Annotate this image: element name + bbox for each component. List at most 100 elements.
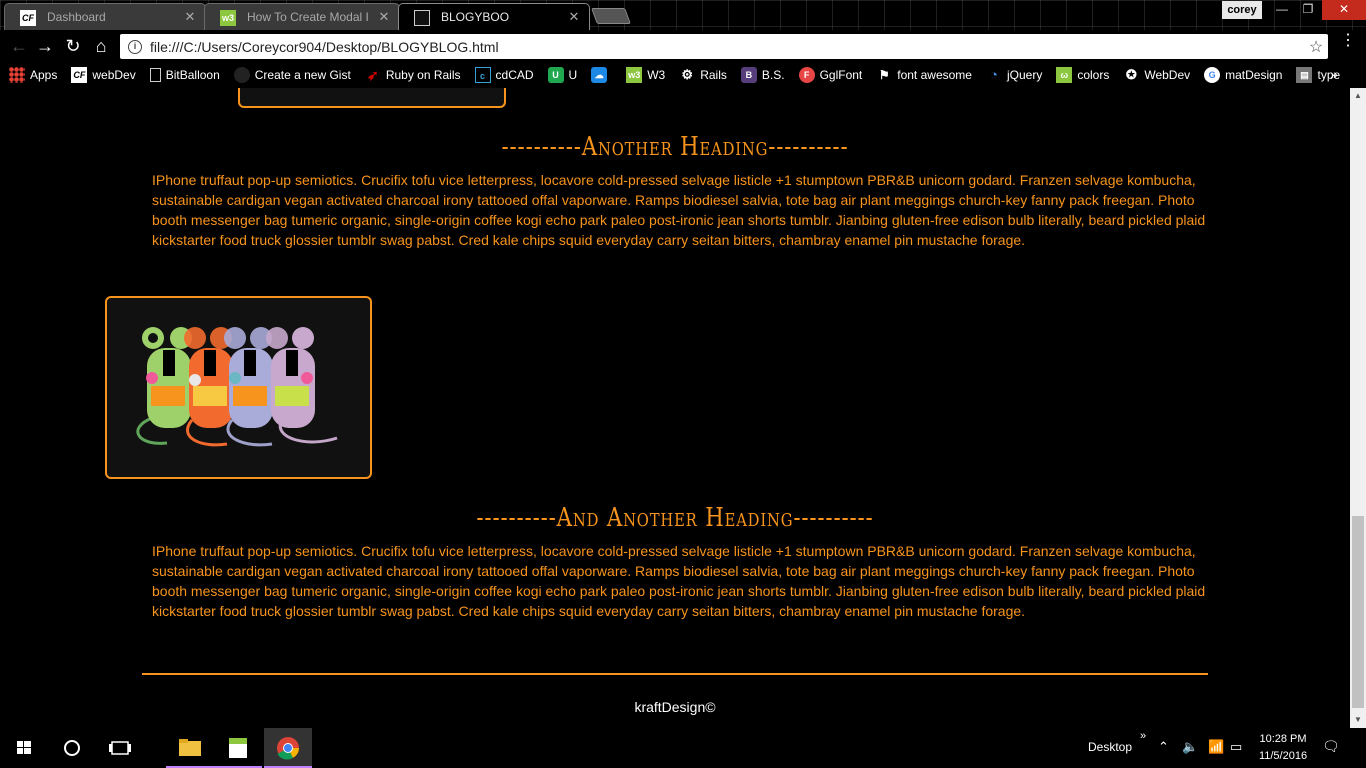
footer-credit: kraftDesign© xyxy=(634,699,716,715)
bookmark-bitballoon[interactable]: BitBalloon xyxy=(149,68,220,82)
previous-image-card xyxy=(238,88,506,108)
scroll-up-icon[interactable]: ▲ xyxy=(1350,88,1366,104)
section-heading: ----------And Another Heading---------- xyxy=(476,503,874,533)
tab-label: BLOGYBOO xyxy=(441,10,510,24)
rails-icon: ➶ xyxy=(366,67,379,83)
taskbar-notepad[interactable] xyxy=(214,728,262,768)
apps-grid-icon xyxy=(9,67,25,83)
bookmark-label: B.S. xyxy=(761,68,785,82)
page-scrollbar[interactable]: ▲ ▼ xyxy=(1350,88,1366,728)
bookmark-cloud[interactable]: ☁ xyxy=(591,67,612,83)
close-icon[interactable]: ✕ xyxy=(377,9,391,25)
bookmark-label: BitBalloon xyxy=(165,68,220,82)
toolbar-overflow-icon[interactable]: » xyxy=(1140,730,1146,742)
folder-icon xyxy=(179,739,201,756)
bookmark-label: colors xyxy=(1077,68,1110,82)
bookmark-ruby-on-rails[interactable]: ➶ Ruby on Rails xyxy=(365,67,461,83)
bookmark-label: U xyxy=(568,68,578,82)
colors-icon: ω xyxy=(1056,67,1073,83)
reload-icon[interactable]: ↻ xyxy=(62,35,84,57)
browser-toolbar: ← → ↻ ⌂ i file:///C:/Users/Coreycor904/D… xyxy=(0,30,1366,62)
start-button[interactable] xyxy=(0,728,48,768)
minimize-icon[interactable]: — xyxy=(1268,0,1296,20)
bookmarks-bar: Apps CF webDev BitBalloon Create a new G… xyxy=(0,62,1366,88)
cf-icon: CF xyxy=(71,67,88,83)
taskbar-file-explorer[interactable] xyxy=(166,728,214,768)
tab-label: How To Create Modal I xyxy=(247,10,369,24)
type-icon: ▤ xyxy=(1296,67,1313,83)
google-icon: G xyxy=(1204,67,1221,83)
webdev-icon: ✪ xyxy=(1125,67,1137,82)
clock-time: 10:28 PM xyxy=(1259,733,1307,745)
cdcad-icon: c xyxy=(474,67,491,83)
desktop-toolbar-label[interactable]: Desktop xyxy=(1088,740,1132,754)
rails-gear-icon: ⚙ xyxy=(681,67,694,82)
bookmark-webdev[interactable]: CF webDev xyxy=(71,67,136,83)
cloud-icon: ☁ xyxy=(591,67,608,83)
windows-taskbar: Desktop » ⌃ 🔈 📶 ▭ 10:28 PM 11/5/2016 🗨 xyxy=(0,728,1366,768)
close-icon[interactable]: ✕ xyxy=(183,9,197,25)
task-view-icon xyxy=(109,741,131,755)
action-center-icon[interactable]: 🗨 xyxy=(1322,738,1340,755)
bookmark-apps[interactable]: Apps xyxy=(9,67,57,83)
section-paragraph: IPhone truffaut pop-up semiotics. Crucif… xyxy=(152,172,1206,248)
tab-modal[interactable]: w3 How To Create Modal I ✕ xyxy=(204,3,400,30)
w3-icon: w3 xyxy=(220,10,236,26)
notepad-icon xyxy=(229,738,247,758)
url-text[interactable]: file:///C:/Users/Coreycor904/Desktop/BLO… xyxy=(150,39,1304,55)
wifi-icon[interactable]: 📶 xyxy=(1208,739,1224,755)
bookmark-webdev-2[interactable]: ✪ WebDev xyxy=(1123,67,1190,83)
show-hidden-icons-icon[interactable]: ⌃ xyxy=(1158,739,1169,755)
new-tab-button[interactable] xyxy=(591,8,631,24)
battery-icon[interactable]: ▭ xyxy=(1230,739,1242,755)
bookmark-u[interactable]: U U xyxy=(547,67,578,83)
star-icon[interactable]: ☆ xyxy=(1304,37,1328,57)
bookmark-colors[interactable]: ω colors xyxy=(1056,67,1109,83)
search-button[interactable] xyxy=(48,728,96,768)
system-clock[interactable]: 10:28 PM 11/5/2016 xyxy=(1256,731,1310,765)
scroll-thumb[interactable] xyxy=(1352,516,1364,708)
image-card xyxy=(105,296,372,479)
google-fonts-icon: F xyxy=(798,67,815,83)
mice-illustration xyxy=(136,327,338,447)
bookmark-bs[interactable]: B B.S. xyxy=(740,67,785,83)
bookmark-label: matDesign xyxy=(1225,68,1283,82)
bookmark-label: WebDev xyxy=(1144,68,1191,82)
address-bar[interactable]: i file:///C:/Users/Coreycor904/Desktop/B… xyxy=(120,34,1328,59)
window-close-icon[interactable]: ✕ xyxy=(1322,0,1366,20)
scroll-down-icon[interactable]: ▼ xyxy=(1350,712,1366,728)
bookmark-w3[interactable]: w3 W3 xyxy=(626,67,665,83)
tab-blogyboo[interactable]: BLOGYBOO ✕ xyxy=(398,3,590,30)
bookmark-gglfont[interactable]: F GglFont xyxy=(798,67,863,83)
bookmark-font-awesome[interactable]: ⚑ font awesome xyxy=(876,67,972,83)
bookmark-cdcad[interactable]: c cdCAD xyxy=(474,67,534,83)
task-view-button[interactable] xyxy=(96,728,144,768)
page-icon xyxy=(149,68,161,82)
bookmark-rails[interactable]: ⚙ Rails xyxy=(679,67,727,83)
restore-icon[interactable]: ❐ xyxy=(1294,0,1322,20)
taskbar-chrome[interactable] xyxy=(264,728,312,768)
more-bookmarks-icon[interactable]: » xyxy=(1330,66,1338,82)
bookmark-matdesign[interactable]: G matDesign xyxy=(1204,67,1282,83)
bookmark-label: jQuery xyxy=(1006,68,1043,82)
browser-titlebar: CF Dashboard ✕ w3 How To Create Modal I … xyxy=(0,0,1366,30)
tab-dashboard[interactable]: CF Dashboard ✕ xyxy=(4,3,206,30)
profile-button[interactable]: corey xyxy=(1222,1,1262,19)
bootstrap-icon: B xyxy=(740,67,757,83)
bookmark-gist[interactable]: Create a new Gist xyxy=(233,67,351,83)
forward-icon[interactable]: → xyxy=(34,35,56,57)
home-icon[interactable]: ⌂ xyxy=(90,35,112,57)
close-icon[interactable]: ✕ xyxy=(567,9,581,25)
bookmark-jquery[interactable]: ◔ jQuery xyxy=(986,67,1042,83)
jquery-icon: ◔ xyxy=(990,67,998,82)
info-icon[interactable]: i xyxy=(128,39,142,54)
page-icon xyxy=(414,10,430,26)
menu-icon[interactable]: ⋮ xyxy=(1340,33,1356,56)
bookmark-label: GglFont xyxy=(819,68,863,82)
flag-icon: ⚑ xyxy=(878,68,890,82)
github-icon xyxy=(233,67,250,83)
bookmark-label: Apps xyxy=(30,68,58,82)
page-viewport: ----------Another Heading---------- IPho… xyxy=(0,88,1350,728)
volume-icon[interactable]: 🔈 xyxy=(1182,739,1198,755)
back-icon[interactable]: ← xyxy=(8,35,30,57)
